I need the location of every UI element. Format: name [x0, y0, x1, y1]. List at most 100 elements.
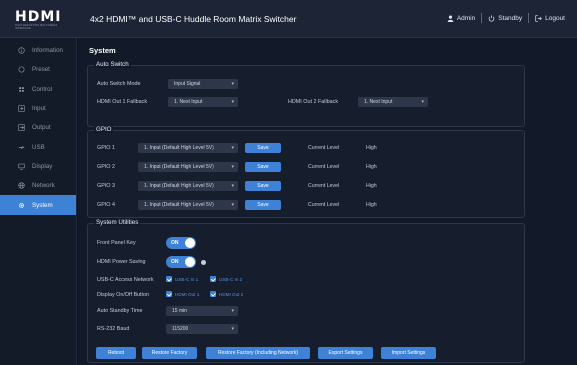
- hdmi-power-saving-toggle[interactable]: ON: [166, 256, 196, 268]
- sidebar-item-input[interactable]: Input: [0, 99, 76, 118]
- auto-standby-select[interactable]: 15 min ▾: [166, 306, 238, 316]
- gpio-3-select[interactable]: 1. Input (Default High Level 5V) ▾: [138, 181, 238, 191]
- reboot-button[interactable]: Reboot: [96, 347, 136, 359]
- select-value: Input Signal: [174, 81, 201, 87]
- sidebar-item-label: USB: [32, 143, 45, 151]
- gpio-1-label: GPIO 1: [97, 145, 115, 151]
- output-icon: [18, 124, 25, 131]
- gpio-1-select[interactable]: 1. Input (Default High Level 5V) ▾: [138, 143, 238, 153]
- rs232-baud-select[interactable]: 115200 ▾: [166, 324, 238, 334]
- display-icon: [18, 163, 25, 170]
- export-settings-button[interactable]: Export Settings: [318, 347, 373, 359]
- sidebar: Information Preset Control Input Output …: [0, 38, 77, 365]
- restore-factory-network-button[interactable]: Restore Factory (Including Network): [206, 347, 310, 359]
- sidebar-item-usb[interactable]: USB: [0, 137, 76, 156]
- hdmi-out2-fallback-label: HDMI Out 2 Fallback: [288, 99, 339, 105]
- chevron-down-icon: ▾: [231, 183, 234, 189]
- sidebar-item-output[interactable]: Output: [0, 118, 76, 137]
- gpio-3-label: GPIO 3: [97, 183, 115, 189]
- gpio-2-select[interactable]: 1. Input (Default High Level 5V) ▾: [138, 162, 238, 172]
- power-icon: [488, 14, 495, 22]
- chevron-down-icon: ▾: [231, 145, 234, 151]
- select-value: 1. Input (Default High Level 5V): [144, 202, 214, 208]
- preset-icon: [18, 66, 25, 73]
- gpio-3-save-button[interactable]: Save: [245, 181, 281, 191]
- logout-button[interactable]: Logout: [535, 15, 565, 22]
- chevron-down-icon: ▾: [231, 202, 234, 208]
- usbc-access-network-label: USB-C Access Network: [97, 277, 154, 283]
- standby-button[interactable]: Standby: [488, 15, 522, 22]
- select-value: 1. Next Input: [174, 99, 203, 105]
- logo-text: HDMI: [15, 9, 62, 25]
- input-icon: [18, 105, 25, 112]
- front-panel-key-label: Front Panel Key: [97, 240, 136, 246]
- select-value: 1. Input (Default High Level 5V): [144, 145, 214, 151]
- app-window: HDMI HIGH-DEFINITION MULTIMEDIA INTERFAC…: [0, 0, 577, 365]
- hdmi-logo: HDMI HIGH-DEFINITION MULTIMEDIA INTERFAC…: [15, 9, 67, 30]
- system-utilities-panel: System Utilities Front Panel Key ON HDMI…: [87, 219, 525, 363]
- usbc-in2-label: USB-C In 2: [219, 277, 243, 282]
- sidebar-item-label: Network: [32, 182, 55, 190]
- gpio-4-label: GPIO 4: [97, 202, 115, 208]
- admin-menu[interactable]: Admin: [447, 15, 475, 22]
- sidebar-item-label: Control: [32, 85, 52, 93]
- chevron-down-icon: ▾: [231, 99, 234, 105]
- info-icon[interactable]: [201, 259, 206, 265]
- divider: [481, 13, 483, 23]
- usb-icon: [18, 145, 25, 149]
- control-icon: [19, 86, 24, 92]
- import-settings-button[interactable]: Import Settings: [381, 347, 436, 359]
- sidebar-item-label: Preset: [32, 66, 50, 74]
- select-value: 15 min: [172, 308, 188, 314]
- chevron-down-icon: ▾: [231, 81, 234, 87]
- gpio-1-save-button[interactable]: Save: [245, 143, 281, 153]
- hdmi-out2-checkbox[interactable]: [210, 291, 216, 297]
- hdmi-out2-label: HDMI Out 2: [219, 292, 244, 297]
- sidebar-item-network[interactable]: Network: [0, 176, 76, 195]
- sidebar-item-preset[interactable]: Preset: [0, 60, 76, 79]
- auto-switch-mode-select[interactable]: Input Signal ▾: [168, 79, 238, 89]
- rs232-baud-label: RS-232 Baud: [97, 326, 130, 332]
- gpio-2-save-button[interactable]: Save: [245, 162, 281, 172]
- gpio-2-label: GPIO 2: [97, 164, 115, 170]
- restore-factory-button[interactable]: Restore Factory: [142, 347, 197, 359]
- sidebar-item-system[interactable]: System: [0, 195, 76, 215]
- sidebar-item-display[interactable]: Display: [0, 157, 76, 176]
- front-panel-key-toggle[interactable]: ON: [166, 237, 196, 249]
- logout-label: Logout: [545, 14, 565, 22]
- toggle-knob: [185, 238, 195, 248]
- user-controls: Admin Standby Logout: [447, 13, 565, 23]
- top-bar: HDMI HIGH-DEFINITION MULTIMEDIA INTERFAC…: [0, 0, 577, 38]
- main-content: System Auto Switch Auto Switch Mode Inpu…: [78, 38, 577, 365]
- toggle-state: ON: [171, 259, 179, 265]
- toggle-state: ON: [171, 240, 179, 246]
- sidebar-item-label: Output: [32, 124, 51, 132]
- sidebar-item-control[interactable]: Control: [0, 80, 76, 99]
- auto-switch-panel: Auto Switch Auto Switch Mode Input Signa…: [87, 61, 525, 127]
- network-icon: [18, 182, 25, 189]
- hdmi-out2-fallback-select[interactable]: 1. Next Input ▾: [358, 97, 428, 107]
- admin-label: Admin: [456, 14, 476, 22]
- panel-title: System Utilities: [94, 219, 141, 226]
- logout-icon: [535, 14, 542, 22]
- usbc-in2-checkbox[interactable]: [210, 276, 216, 282]
- gpio-4-select[interactable]: 1. Input (Default High Level 5V) ▾: [138, 200, 238, 210]
- standby-label: Standby: [498, 14, 523, 22]
- hdmi-out1-fallback-select[interactable]: 1. Next Input ▾: [168, 97, 238, 107]
- select-value: 1. Input (Default High Level 5V): [144, 164, 214, 170]
- panel-title: Auto Switch: [94, 61, 131, 68]
- chevron-down-icon: ▾: [231, 164, 234, 170]
- gpio-2-level-label: Current Level: [308, 164, 340, 170]
- hdmi-out1-fallback-label: HDMI Out 1 Fallback: [97, 99, 148, 105]
- sidebar-item-information[interactable]: Information: [0, 41, 76, 60]
- sidebar-item-label: Information: [32, 47, 63, 55]
- toggle-knob: [185, 257, 195, 267]
- hdmi-out1-checkbox[interactable]: [166, 291, 172, 297]
- panel-title: GPIO: [94, 126, 114, 133]
- hdmi-power-saving-label: HDMI Power Saving: [97, 259, 146, 265]
- usbc-in1-checkbox[interactable]: [166, 276, 172, 282]
- chevron-down-icon: ▾: [231, 308, 234, 314]
- app-title: 4x2 HDMI™ and USB-C Huddle Room Matrix S…: [90, 14, 297, 24]
- gpio-4-save-button[interactable]: Save: [245, 200, 281, 210]
- user-icon: [447, 14, 454, 22]
